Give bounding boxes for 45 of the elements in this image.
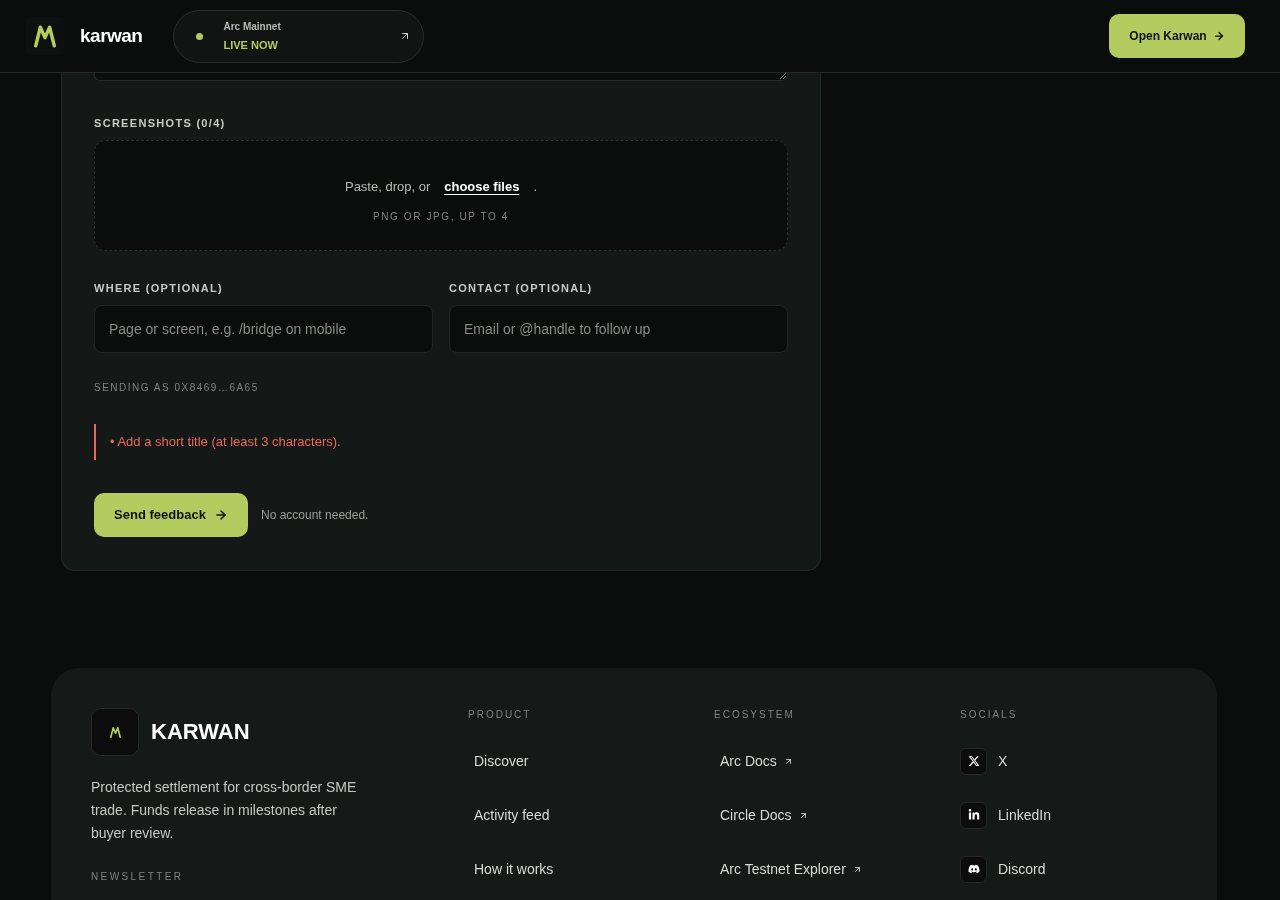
social-link[interactable]: Discord — [960, 855, 1046, 883]
brand-logo-icon — [26, 17, 64, 55]
external-link-icon — [852, 864, 862, 874]
brand-logo-icon — [91, 708, 139, 756]
field-label: CONTACT (OPTIONAL) — [449, 281, 594, 296]
text-input[interactable]: Email or @handle to follow up — [449, 305, 788, 353]
dropzone-prompt: Paste, drop, or choose files . — [344, 177, 537, 197]
network-status-pill[interactable]: Arc Mainnet LIVE NOW — [173, 9, 425, 63]
screenshot-dropzone[interactable]: Paste, drop, or choose files . PNG OR JPG, UP TO 4 — [94, 140, 788, 251]
external-link-icon — [798, 810, 808, 820]
arrow-right-icon — [1212, 30, 1225, 42]
text-input[interactable]: Page or screen, e.g. /bridge on mobile — [94, 305, 433, 353]
footer-link[interactable]: Activity feed — [468, 805, 556, 825]
send-feedback-button[interactable]: Send feedback — [94, 493, 248, 537]
field-label: WHERE (OPTIONAL) — [94, 281, 224, 296]
social-link[interactable]: LinkedIn — [960, 801, 1051, 829]
discord-logo-icon — [960, 855, 987, 883]
sender-address: SENDING AS 0X8469…6A65 — [94, 381, 260, 395]
screenshots-label: SCREENSHOTS (0/4) — [94, 116, 227, 131]
resize-handle-icon — [780, 73, 786, 79]
footer-link[interactable]: Arc Docs — [714, 751, 799, 771]
newsletter-heading: NEWSLETTER — [91, 870, 184, 884]
network-status: LIVE NOW — [223, 38, 279, 52]
external-link-icon — [783, 756, 793, 766]
column-heading: ECOSYSTEM — [714, 708, 795, 722]
network-name: Arc Mainnet — [223, 20, 281, 33]
dropzone-hint: PNG OR JPG, UP TO 4 — [373, 210, 509, 224]
column-heading: SOCIALS — [960, 708, 1018, 722]
brand-name: karwan — [80, 23, 143, 48]
column-heading: PRODUCT — [468, 708, 532, 722]
linkedin-logo-icon — [960, 801, 987, 829]
footer-brand-name: KARWAN — [151, 718, 250, 746]
footer-link[interactable]: How it works — [468, 859, 560, 879]
footer-link[interactable]: Discover — [468, 751, 535, 771]
arrow-right-icon — [213, 508, 228, 522]
footer-link[interactable]: Circle Docs — [714, 805, 814, 825]
error-text: • Add a short title (at least 3 characters). — [110, 433, 341, 451]
helper-note: No account needed. — [261, 507, 369, 523]
footer-link[interactable]: Arc Testnet Explorer — [714, 859, 868, 879]
social-link[interactable]: X — [960, 747, 1008, 775]
choose-files-link[interactable]: choose files — [444, 177, 520, 197]
footer-tagline: Protected settlement for cross-border SME trade. Funds release in milestones after buyer review. — [91, 778, 358, 843]
open-app-button[interactable]: Open Karwan — [1109, 14, 1245, 58]
description-field[interactable] — [94, 73, 788, 81]
x-logo-icon — [960, 747, 987, 775]
